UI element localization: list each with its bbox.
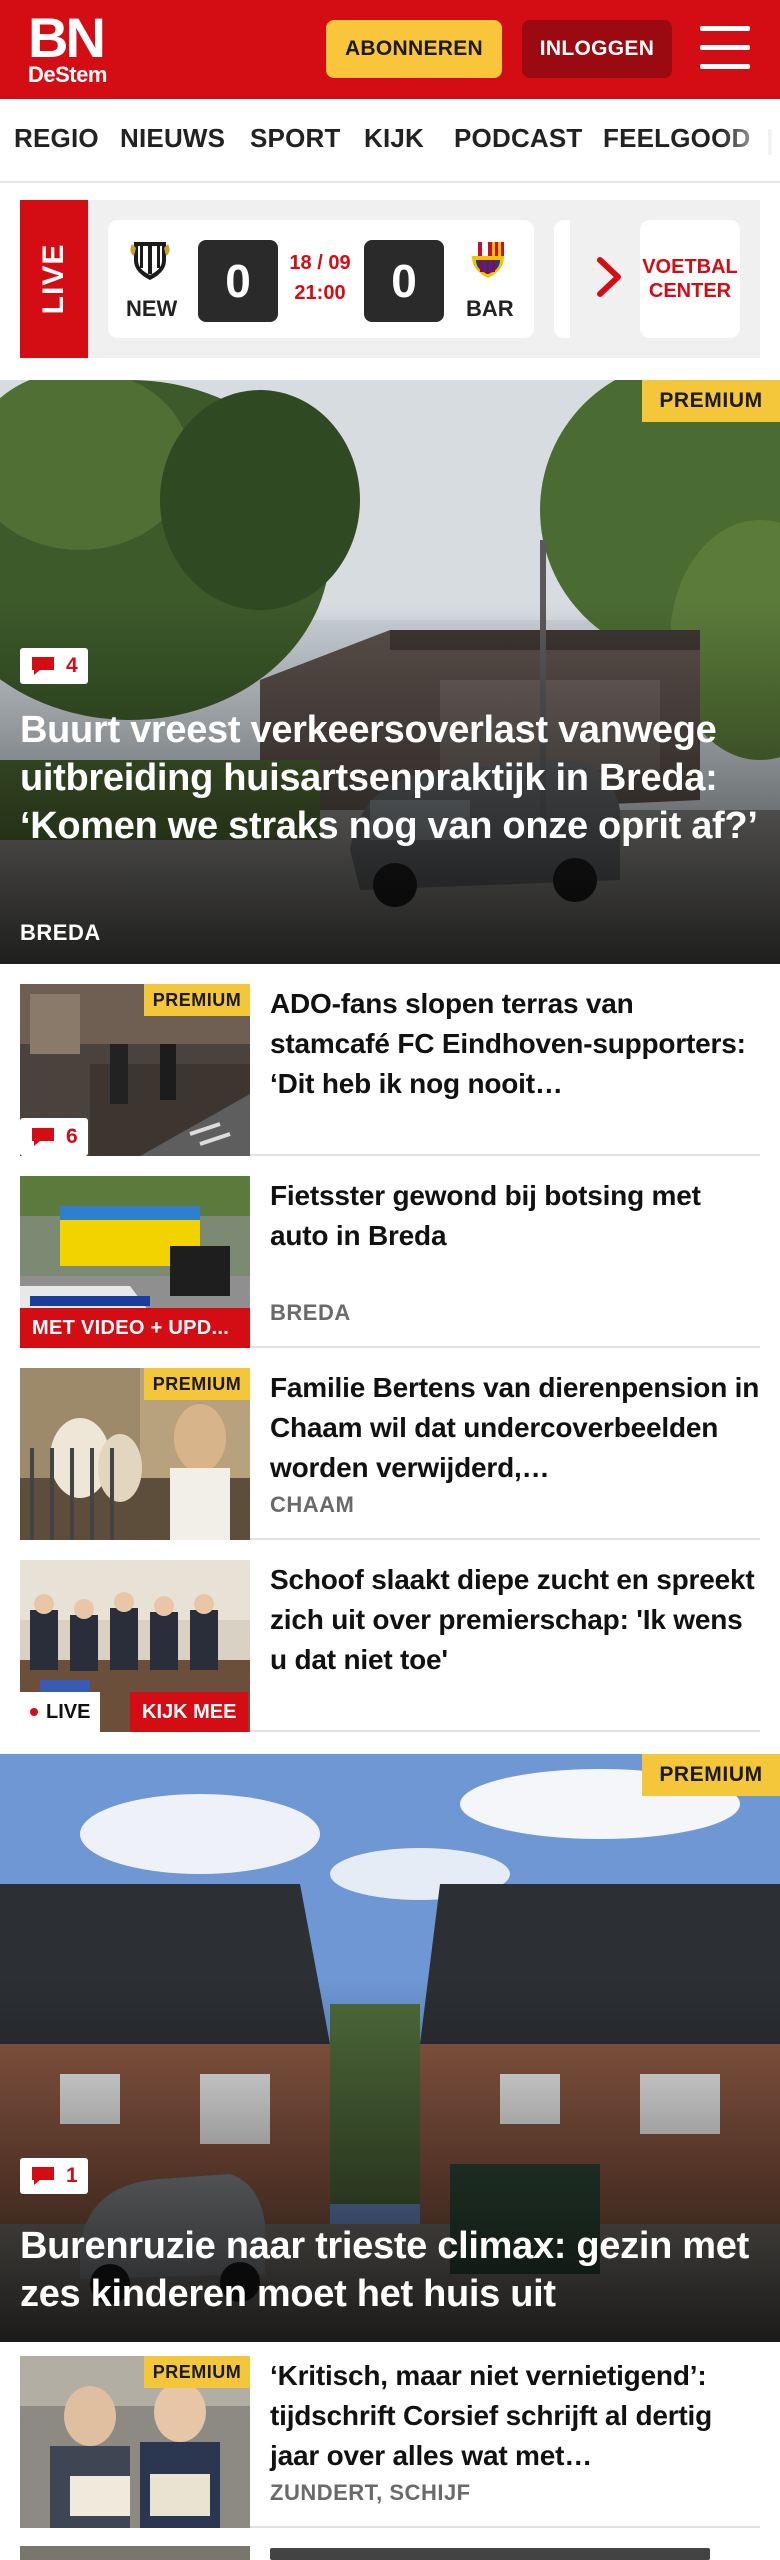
barcelona-crest-icon [472,242,504,278]
comment-count-badge: 6 [20,1118,88,1156]
hero-1-tag: BREDA [20,920,101,945]
away-score: 0 [364,240,444,322]
newcastle-crest-icon [130,242,170,280]
article-title[interactable]: Familie Bertens van dierenpensi­on in Ch… [270,1368,760,1488]
nav-item-kijk[interactable]: KIJK [364,123,424,154]
subscribe-button[interactable]: ABONNEREN [326,20,502,78]
voetbal-center-button[interactable]: VOETBAL CENTER [640,220,740,338]
comment-count: 1 [66,2164,78,2187]
match-datetime: 18 / 09 21:00 [288,248,352,308]
article-title[interactable]: Schoof slaakt diepe zucht en spreekt zic… [270,1560,760,1680]
main-nav: REGIO NIEUWS SPORT KIJK PODCAST FEELGOOD [0,99,780,183]
article-title[interactable]: ADO-fans slopen terras van stamcafé FC E… [270,984,760,1104]
nav-item-nieuws[interactable]: NIEUWS [120,123,225,154]
logo-main: BN [28,6,106,69]
comment-icon [32,2167,54,2185]
article-row[interactable]: PREMIUM ‘Kritisch, maar niet vernieti­ge… [20,2356,760,2528]
article-thumb: PREMIUM [20,2356,250,2528]
comment-count-badge: 4 [20,648,88,684]
article-thumb: LIVE KIJK MEE [20,1560,250,1732]
home-team-code: NEW [126,296,178,321]
site-logo[interactable]: BN DeStem [28,6,112,90]
login-button[interactable]: INLOGGEN [522,20,672,78]
article-thumb-partial [20,2546,250,2560]
article-title[interactable]: Fietsster gewond bij botsing met auto in… [270,1176,760,1256]
hero-2-title[interactable]: Burenruzie naar trieste climax: gezin me… [20,2222,760,2318]
away-team-code: BAR [466,296,514,321]
live-dot-icon [30,1708,38,1716]
comment-icon [32,1128,54,1146]
next-match-card[interactable] [554,220,570,338]
nav-item-podcast[interactable]: PODCAST [454,123,583,154]
article-tag: ZUNDERT, SCHIJF [270,2480,471,2505]
match-card[interactable]: NEW 0 18 / 09 21:00 0 BAR [108,220,534,338]
match-time: 21:00 [294,282,346,304]
live-score-strip: LIVE NEW 0 18 / 09 21:00 0 BAR VOETBAL C… [20,200,760,358]
nav-item-regio[interactable]: REGIO [14,123,99,154]
live-badge: LIVE [20,1692,101,1732]
nav-fade [720,99,780,181]
chevron-right-icon[interactable] [592,252,628,302]
premium-badge: PREMIUM [144,2356,250,2388]
article-tag: CHAAM [270,1492,355,1517]
home-score: 0 [198,240,278,322]
hero-article-2[interactable]: PREMIUM 1 Burenruzie naar trieste climax… [0,1754,780,2342]
hero-1-title[interactable]: Buurt vreest verkeersoverlast vanwege ui… [20,706,760,850]
live-tab[interactable]: LIVE [20,200,88,358]
article-row[interactable]: MET VIDEO + UPD... Fietsster gewond bij … [20,1176,760,1348]
premium-badge: PREMIUM [642,1754,780,1796]
hero-article-1[interactable]: PREMIUM 4 Buurt vreest verkeersoverlast … [0,380,780,964]
article-title-partial [270,2548,740,2560]
article-row[interactable]: PREMIUM 6 ADO-fans slopen terras van sta… [20,984,760,1156]
article-thumb: PREMIUM 6 [20,984,250,1156]
logo-sub: DeStem [28,62,107,87]
match-date: 18 / 09 [289,252,351,274]
video-update-badge: MET VIDEO + UPD... [20,1308,250,1348]
watch-badge[interactable]: KIJK MEE [130,1692,249,1732]
article-row[interactable]: LIVE KIJK MEE Schoof slaakt diepe zucht … [20,1560,760,1732]
premium-badge: PREMIUM [144,984,250,1016]
live-label: LIVE [46,1700,91,1723]
comment-icon [32,657,54,675]
menu-icon[interactable] [700,26,752,70]
article-title[interactable]: ‘Kritisch, maar niet vernieti­gend’: tij… [270,2356,760,2476]
article-thumb: PREMIUM [20,1368,250,1540]
article-row[interactable]: PREMIUM Familie Bertens van dierenpensi­… [20,1368,760,1540]
site-header: BN DeStem ABONNEREN INLOGGEN [0,0,780,99]
live-tab-label: LIVE [37,243,70,315]
comment-count-badge: 1 [20,2158,88,2194]
nav-item-sport[interactable]: SPORT [250,123,341,154]
article-tag: BREDA [270,1300,351,1325]
article-thumb: MET VIDEO + UPD... [20,1176,250,1348]
premium-badge: PREMIUM [642,380,780,422]
comment-count: 4 [66,654,78,677]
premium-badge: PREMIUM [144,1368,250,1400]
comment-count: 6 [66,1125,78,1148]
